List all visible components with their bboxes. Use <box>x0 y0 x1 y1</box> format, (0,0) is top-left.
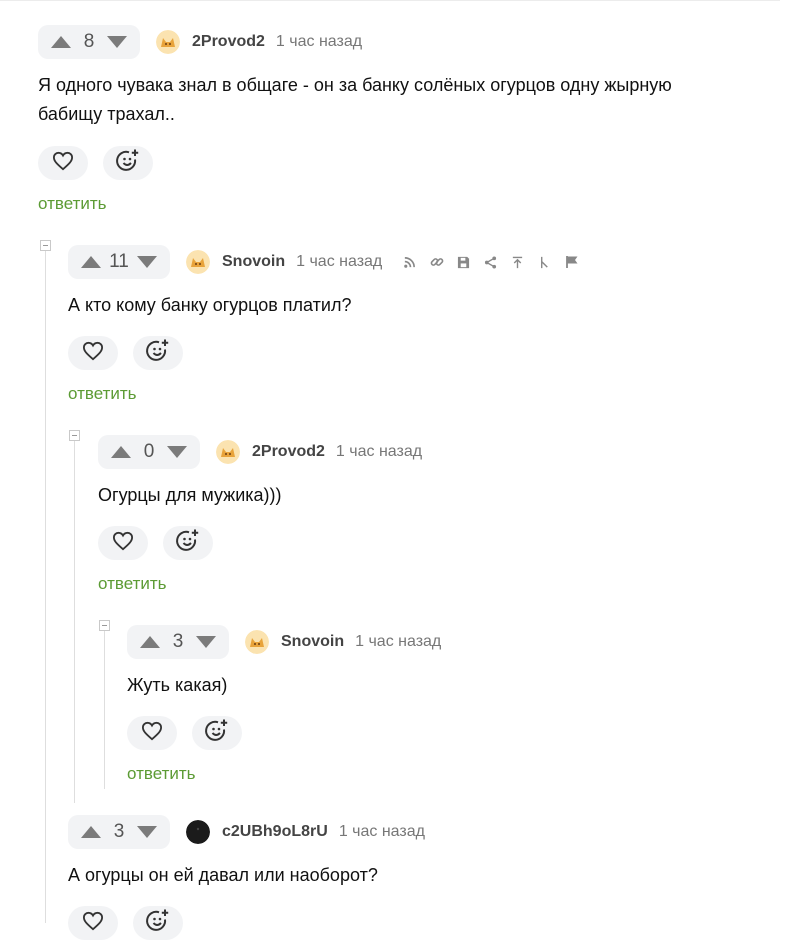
scroll-up-icon[interactable] <box>504 252 531 272</box>
reply-link[interactable]: ответить <box>98 574 167 594</box>
comment-text: Я одного чувака знал в общаге - он за ба… <box>38 75 672 124</box>
vote-control: 3 <box>127 625 229 659</box>
vote-control: 0 <box>98 435 200 469</box>
like-button[interactable] <box>127 716 177 750</box>
rss-icon[interactable] <box>396 252 423 272</box>
fox-avatar[interactable] <box>156 30 180 54</box>
heart-icon <box>82 911 104 936</box>
vote-control: 11 <box>68 245 170 279</box>
react-button[interactable] <box>133 906 183 940</box>
share-icon[interactable] <box>477 252 504 272</box>
like-button[interactable] <box>38 146 88 180</box>
link-icon[interactable] <box>423 252 450 272</box>
arrow-down-icon[interactable] <box>136 255 158 269</box>
author-name[interactable]: Snovoin <box>222 253 285 271</box>
fox-avatar[interactable] <box>245 630 269 654</box>
comment-actions <box>38 146 168 180</box>
comment-header: 11 Snovoin 1 час назад <box>68 245 585 279</box>
heart-icon <box>141 721 163 746</box>
thread-line <box>104 631 105 789</box>
arrow-up-icon[interactable] <box>110 445 132 459</box>
smile-plus-icon <box>115 148 141 179</box>
comment-tools <box>396 252 585 272</box>
comment-header: 8 2Provod2 1 час назад <box>38 25 362 59</box>
comment-text: Жуть какая) <box>127 675 228 695</box>
reply-link[interactable]: ответить <box>38 194 107 214</box>
comment-actions <box>68 336 198 370</box>
fox-avatar[interactable] <box>216 440 240 464</box>
branch-icon[interactable] <box>531 252 558 272</box>
fox-avatar[interactable] <box>186 250 210 274</box>
react-button[interactable] <box>163 526 213 560</box>
comment-time[interactable]: 1 час назад <box>339 823 425 841</box>
arrow-up-icon[interactable] <box>80 255 102 269</box>
author-name[interactable]: 2Provod2 <box>192 33 265 51</box>
dark-avatar[interactable] <box>186 820 210 844</box>
arrow-down-icon[interactable] <box>166 445 188 459</box>
comment-actions <box>127 716 257 750</box>
thread-line <box>74 441 75 803</box>
heart-icon <box>82 341 104 366</box>
vote-control: 3 <box>68 815 170 849</box>
author-name[interactable]: c2UBh9oL8rU <box>222 823 328 841</box>
comment-text: А кто кому банку огурцов платил? <box>68 295 352 315</box>
react-button[interactable] <box>133 336 183 370</box>
author-name[interactable]: Snovoin <box>281 633 344 651</box>
top-divider <box>0 0 780 1</box>
arrow-down-icon[interactable] <box>106 35 128 49</box>
reply-link[interactable]: ответить <box>68 384 137 404</box>
comment-time[interactable]: 1 час назад <box>296 253 382 271</box>
comment-header: 0 2Provod2 1 час назад <box>98 435 422 469</box>
flag-icon[interactable] <box>558 252 585 272</box>
comment-header: 3 c2UBh9oL8rU 1 час назад <box>68 815 425 849</box>
heart-icon <box>52 151 74 176</box>
comment-header: 3 Snovoin 1 час назад <box>127 625 441 659</box>
reply-link[interactable]: ответить <box>127 764 196 784</box>
arrow-up-icon[interactable] <box>50 35 72 49</box>
vote-count: 11 <box>109 251 129 272</box>
comment-actions <box>98 526 228 560</box>
smile-plus-icon <box>145 338 171 369</box>
smile-plus-icon <box>175 528 201 559</box>
vote-count: 0 <box>143 441 155 462</box>
vote-count: 3 <box>113 821 125 842</box>
save-icon[interactable] <box>450 252 477 272</box>
smile-plus-icon <box>145 908 171 939</box>
heart-icon <box>112 531 134 556</box>
comment-time[interactable]: 1 час назад <box>276 33 362 51</box>
react-button[interactable] <box>192 716 242 750</box>
react-button[interactable] <box>103 146 153 180</box>
arrow-up-icon[interactable] <box>139 635 161 649</box>
thread-line <box>45 251 46 923</box>
arrow-up-icon[interactable] <box>80 825 102 839</box>
vote-count: 8 <box>83 31 95 52</box>
vote-count: 3 <box>172 631 184 652</box>
like-button[interactable] <box>98 526 148 560</box>
comment-text: А огурцы он ей давал или наоборот? <box>68 865 378 885</box>
smile-plus-icon <box>204 718 230 749</box>
collapse-icon[interactable] <box>69 430 80 441</box>
like-button[interactable] <box>68 336 118 370</box>
comment-text: Огурцы для мужика))) <box>98 485 282 505</box>
collapse-icon[interactable] <box>99 620 110 631</box>
arrow-down-icon[interactable] <box>195 635 217 649</box>
comment-time[interactable]: 1 час назад <box>355 633 441 651</box>
like-button[interactable] <box>68 906 118 940</box>
vote-control: 8 <box>38 25 140 59</box>
author-name[interactable]: 2Provod2 <box>252 443 325 461</box>
collapse-icon[interactable] <box>40 240 51 251</box>
comment-actions <box>68 906 198 940</box>
arrow-down-icon[interactable] <box>136 825 158 839</box>
comment-time[interactable]: 1 час назад <box>336 443 422 461</box>
